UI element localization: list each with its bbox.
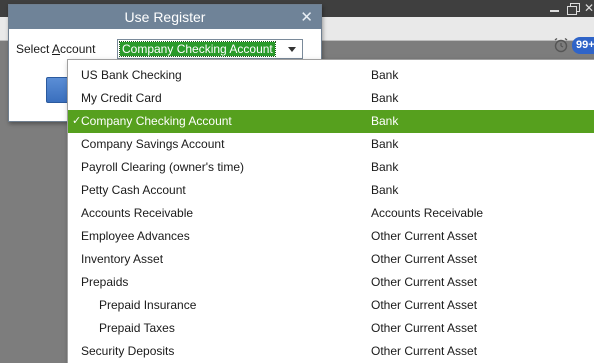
account-type: Other Current Asset xyxy=(371,298,478,312)
account-name: Prepaid Insurance xyxy=(99,298,197,312)
account-name: My Credit Card xyxy=(81,91,162,105)
alarm-clock-icon[interactable] xyxy=(553,37,569,53)
account-list-item[interactable]: Petty Cash Account Bank xyxy=(68,179,594,202)
account-list-item[interactable]: Prepaids Other Current Asset xyxy=(68,271,594,294)
close-icon[interactable]: ✕ xyxy=(300,8,313,26)
account-name: Security Deposits xyxy=(81,344,175,358)
account-dropdown-list[interactable]: US Bank Checking Bank My Credit Card Bank ✓ C… xyxy=(67,59,594,363)
dialog-title-bar[interactable]: Use Register ✕ xyxy=(9,5,321,29)
account-list-item[interactable]: Payroll Clearing (owner's time) Bank xyxy=(68,156,594,179)
account-name: Accounts Receivable xyxy=(81,206,194,220)
account-type: Accounts Receivable xyxy=(371,206,484,220)
account-type: Bank xyxy=(371,114,399,128)
account-name: Petty Cash Account xyxy=(81,183,186,197)
account-type: Bank xyxy=(371,91,399,105)
notification-badge[interactable]: 99+ xyxy=(572,37,594,54)
account-type: Bank xyxy=(371,160,399,174)
account-list-item[interactable]: Prepaid Insurance Other Current Asset xyxy=(68,294,594,317)
account-type: Other Current Asset xyxy=(371,229,478,243)
account-name: Prepaids xyxy=(81,275,129,289)
chevron-down-icon[interactable] xyxy=(288,47,296,52)
account-type: Bank xyxy=(371,68,399,82)
account-name: Inventory Asset xyxy=(81,252,164,266)
select-account-label: Select Account xyxy=(16,42,95,56)
dialog-title: Use Register xyxy=(124,9,206,25)
close-window-icon[interactable]: ✕ xyxy=(584,2,594,14)
account-name: Company Checking Account xyxy=(81,114,232,128)
account-list-item[interactable]: Inventory Asset Other Current Asset xyxy=(68,248,594,271)
account-select[interactable]: Company Checking Account xyxy=(117,39,303,59)
select-label-prefix: Select xyxy=(16,42,53,56)
account-type: Other Current Asset xyxy=(371,321,478,335)
account-name: Employee Advances xyxy=(81,229,190,243)
account-type: Other Current Asset xyxy=(371,344,478,358)
account-type: Other Current Asset xyxy=(371,275,478,289)
account-list-item[interactable]: Employee Advances Other Current Asset xyxy=(68,225,594,248)
account-type: Bank xyxy=(371,183,399,197)
checkmark-icon: ✓ xyxy=(72,115,82,127)
account-list-item[interactable]: Company Savings Account Bank xyxy=(68,133,594,156)
account-type: Other Current Asset xyxy=(371,252,478,266)
account-list-item[interactable]: ✓ Company Checking Account Bank xyxy=(68,110,594,133)
account-name: Prepaid Taxes xyxy=(99,321,175,335)
minimize-icon[interactable] xyxy=(548,2,562,14)
account-list-item[interactable]: Security Deposits Other Current Asset xyxy=(68,340,594,363)
account-list-item[interactable]: US Bank Checking Bank xyxy=(68,64,594,87)
account-name: Company Savings Account xyxy=(81,137,225,151)
account-list-item[interactable]: My Credit Card Bank xyxy=(68,87,594,110)
select-label-suffix: ccount xyxy=(60,42,96,56)
account-select-value: Company Checking Account xyxy=(119,41,276,57)
account-name: Payroll Clearing (owner's time) xyxy=(81,160,245,174)
account-list-item[interactable]: Accounts Receivable Accounts Receivable xyxy=(68,202,594,225)
account-list-item[interactable]: Prepaid Taxes Other Current Asset xyxy=(68,317,594,340)
select-label-accelerator: A xyxy=(52,42,61,56)
restore-icon[interactable] xyxy=(566,2,580,15)
account-type: Bank xyxy=(371,137,399,151)
account-name: US Bank Checking xyxy=(81,68,182,82)
